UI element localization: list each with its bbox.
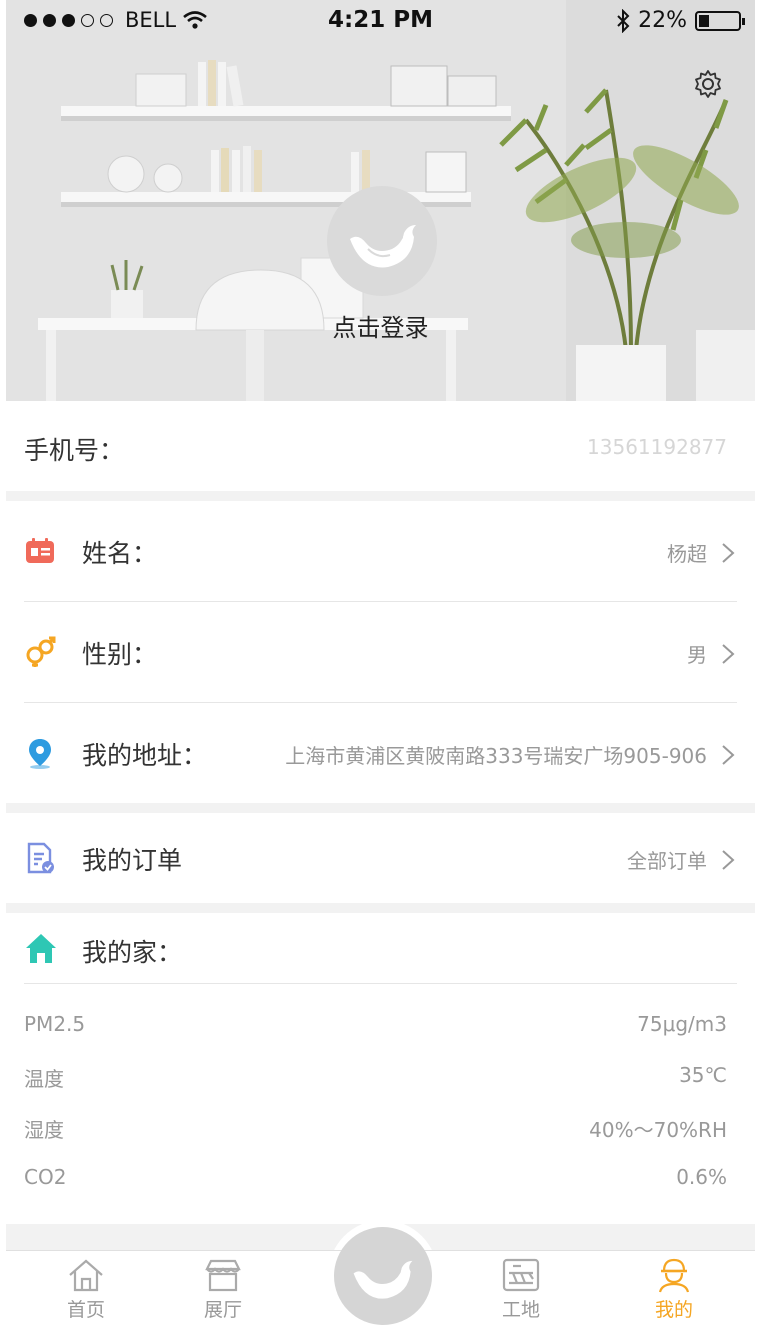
profile-header: BELL 4:21 PM 22% 点击登录 bbox=[6, 0, 755, 401]
orders-section: 我的订单 全部订单 bbox=[6, 813, 755, 903]
phone-label: 手机号： bbox=[24, 436, 125, 465]
my-home-title: 我的家： bbox=[82, 938, 183, 967]
temperature-label: 温度 bbox=[24, 1067, 64, 1091]
humidity-value: 40%～70%RH bbox=[589, 1118, 727, 1142]
gender-icon bbox=[26, 636, 56, 667]
gender-label: 性别： bbox=[82, 640, 158, 669]
address-row[interactable]: 我的地址： 上海市黄浦区黄陂南路333号瑞安广场905-906 bbox=[6, 703, 755, 803]
app-screen: BELL 4:21 PM 22% 点击登录 手机号： 13561192877 姓… bbox=[6, 0, 755, 1335]
chevron-right-icon bbox=[722, 850, 735, 870]
construction-icon bbox=[502, 1258, 540, 1292]
tab-construction-label: 工地 bbox=[501, 1299, 540, 1321]
showroom-icon bbox=[205, 1259, 241, 1292]
tab-home-label: 首页 bbox=[66, 1299, 105, 1321]
home-icon bbox=[26, 934, 56, 963]
phone-section: 手机号： 13561192877 bbox=[6, 401, 755, 491]
avatar[interactable] bbox=[327, 186, 437, 296]
battery-percent: 22% bbox=[638, 8, 687, 33]
id-card-icon bbox=[26, 538, 54, 563]
tab-mine-label: 我的 bbox=[654, 1299, 693, 1321]
worker-icon bbox=[658, 1258, 690, 1293]
home-icon bbox=[69, 1259, 103, 1292]
co2-label: CO2 bbox=[24, 1165, 67, 1189]
orders-label: 我的订单 bbox=[82, 846, 183, 875]
location-pin-icon bbox=[29, 739, 51, 769]
bluetooth-icon bbox=[617, 8, 630, 33]
pm25-value: 75μg/m3 bbox=[637, 1012, 727, 1036]
status-bar: BELL 4:21 PM 22% bbox=[6, 0, 755, 42]
settings-gear-icon[interactable] bbox=[692, 68, 724, 100]
address-label: 我的地址： bbox=[82, 741, 208, 770]
gender-value: 男 bbox=[687, 643, 707, 667]
pm25-label: PM2.5 bbox=[24, 1012, 86, 1036]
login-link[interactable]: 点击登录 bbox=[6, 308, 755, 343]
chevron-right-icon bbox=[722, 644, 735, 664]
tab-home[interactable]: 首页 bbox=[36, 1257, 136, 1322]
tab-center-logo-button[interactable] bbox=[334, 1227, 432, 1325]
orders-all-link[interactable]: 全部订单 bbox=[627, 845, 707, 874]
chevron-right-icon bbox=[722, 543, 735, 563]
bird-logo-icon bbox=[350, 225, 416, 268]
orders-row[interactable]: 我的订单 全部订单 bbox=[6, 808, 755, 908]
bird-logo-icon bbox=[353, 1260, 413, 1299]
tab-showroom[interactable]: 展厅 bbox=[173, 1257, 273, 1322]
name-label: 姓名： bbox=[82, 539, 158, 568]
tab-construction-site[interactable]: 工地 bbox=[471, 1257, 571, 1322]
order-document-icon bbox=[27, 842, 54, 874]
chevron-right-icon bbox=[722, 745, 735, 765]
tab-showroom-label: 展厅 bbox=[203, 1299, 242, 1321]
row-divider bbox=[24, 983, 737, 984]
my-home-section: 我的家： PM2.5 75μg/m3 温度 35℃ 湿度 40%～70%RH C… bbox=[6, 913, 755, 1224]
phone-value: 13561192877 bbox=[587, 435, 727, 459]
co2-value: 0.6% bbox=[676, 1165, 727, 1189]
temperature-value: 35℃ bbox=[679, 1063, 727, 1087]
name-value: 杨超 bbox=[667, 542, 707, 566]
name-row[interactable]: 姓名： 杨超 bbox=[6, 501, 755, 601]
status-right: 22% bbox=[616, 8, 745, 33]
profile-section: 姓名： 杨超 性别： 男 我的地址： 上海市黄浦区黄陂南路333号瑞安广场905… bbox=[6, 501, 755, 803]
address-value: 上海市黄浦区黄陂南路333号瑞安广场905-906 bbox=[285, 744, 707, 768]
gender-row[interactable]: 性别： 男 bbox=[6, 602, 755, 702]
humidity-label: 湿度 bbox=[24, 1118, 64, 1142]
battery-icon bbox=[695, 10, 745, 31]
tab-mine[interactable]: 我的 bbox=[624, 1257, 724, 1322]
